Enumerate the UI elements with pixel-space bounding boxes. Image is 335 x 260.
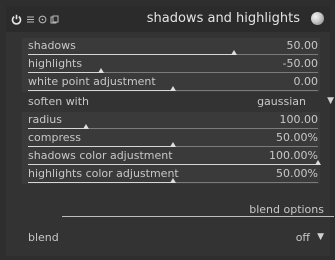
- soften-with-combobox[interactable]: soften with gaussian ▼: [22, 94, 334, 112]
- dropdown-arrow-icon[interactable]: ▼: [317, 232, 324, 242]
- radius-slider[interactable]: radius 100.00: [22, 112, 320, 130]
- slider-label: shadows: [28, 39, 76, 52]
- slider-fill: [28, 72, 101, 73]
- slider-marker[interactable]: [97, 68, 104, 73]
- slider-marker[interactable]: [230, 50, 237, 55]
- combo-label: blend: [28, 231, 59, 244]
- blend-options-section-label: blend options: [249, 203, 324, 216]
- slider-marker[interactable]: [83, 124, 89, 129]
- slider-label: shadows color adjustment: [28, 149, 173, 162]
- slider-value: 50.00%: [276, 131, 318, 144]
- module-header[interactable]: shadows and highlights: [6, 6, 330, 32]
- blend-options-divider: [62, 216, 334, 217]
- reset-icon[interactable]: [36, 13, 48, 25]
- slider-value: 100.00: [279, 113, 319, 126]
- slider-fill: [28, 146, 173, 147]
- slider-fill: [28, 164, 318, 165]
- slider-value: 0.00: [293, 75, 319, 88]
- slider-value: 50.00: [286, 39, 319, 52]
- slider-value: 100.00%: [269, 149, 318, 162]
- combo-value: off: [295, 231, 310, 244]
- slider-label: white point adjustment: [28, 75, 156, 88]
- compress-slider[interactable]: compress 50.00%: [22, 130, 320, 148]
- slider-label: compress: [28, 131, 81, 144]
- slider-marker[interactable]: [170, 178, 176, 183]
- highlights-slider[interactable]: highlights -50.00: [22, 56, 320, 74]
- instances-icon[interactable]: [48, 13, 60, 25]
- slider-marker[interactable]: [170, 86, 176, 91]
- power-icon[interactable]: [10, 13, 22, 25]
- slider-fill: [28, 54, 234, 55]
- slider-value: -50.00: [282, 57, 318, 70]
- shadows-slider[interactable]: shadows 50.00: [22, 38, 320, 56]
- white-point-adjustment-slider[interactable]: white point adjustment 0.00: [22, 74, 320, 92]
- highlights-color-adjustment-slider[interactable]: highlights color adjustment 50.00%: [22, 166, 320, 184]
- slider-marker[interactable]: [170, 142, 176, 147]
- shadows-and-highlights-module: shadows and highlights shadows 50.00 hig…: [6, 6, 334, 256]
- slider-fill: [28, 128, 86, 129]
- combo-label: soften with: [28, 95, 90, 108]
- slider-value: 50.00%: [276, 167, 318, 180]
- slider-label: highlights color adjustment: [28, 167, 179, 180]
- slider-fill: [28, 90, 173, 91]
- slider-fill: [28, 182, 173, 183]
- multi-instance-icon[interactable]: [311, 12, 324, 25]
- combo-value: gaussian: [257, 95, 306, 108]
- presets-icon[interactable]: [24, 13, 36, 25]
- slider-label: highlights: [28, 57, 83, 70]
- dropdown-arrow-icon[interactable]: ▼: [327, 96, 334, 106]
- module-title: shadows and highlights: [146, 11, 300, 26]
- slider-label: radius: [28, 113, 63, 126]
- shadows-color-adjustment-slider[interactable]: shadows color adjustment 100.00%: [22, 148, 321, 166]
- slider-marker[interactable]: [315, 160, 321, 165]
- blend-combobox[interactable]: blend off ▼: [22, 230, 326, 248]
